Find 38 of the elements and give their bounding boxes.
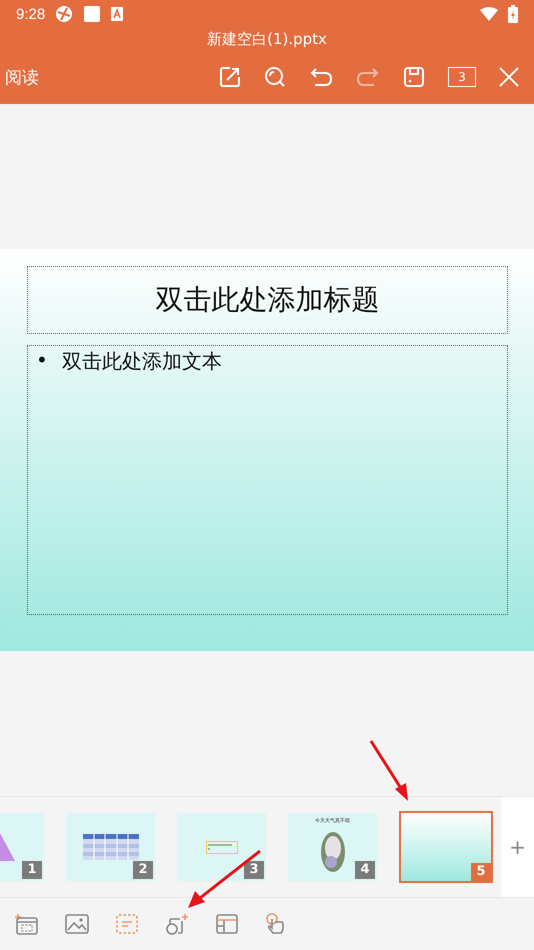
table-drawing bbox=[82, 834, 138, 860]
search-icon[interactable] bbox=[264, 66, 286, 88]
slide-number: 1 bbox=[22, 861, 42, 879]
save-icon[interactable] bbox=[403, 66, 425, 88]
image-icon[interactable] bbox=[65, 914, 89, 934]
slide-number: 3 bbox=[244, 861, 264, 879]
touch-icon[interactable] bbox=[265, 913, 287, 935]
close-icon[interactable] bbox=[499, 67, 519, 87]
slide-thumbnail[interactable]: 1 bbox=[0, 813, 44, 881]
read-mode-button[interactable]: 阅读 bbox=[5, 66, 39, 88]
new-slide-icon[interactable] bbox=[14, 913, 38, 935]
insert-shape-icon[interactable] bbox=[165, 913, 189, 935]
app-icon bbox=[55, 5, 74, 23]
add-slide-button[interactable]: + bbox=[501, 797, 534, 897]
body-text: 双击此处添加文本 bbox=[62, 348, 222, 375]
font-icon bbox=[111, 7, 124, 21]
battery-icon bbox=[508, 5, 518, 23]
wifi-icon bbox=[480, 7, 498, 21]
slide-thumbnail[interactable]: 5 bbox=[399, 811, 493, 883]
redo-icon[interactable] bbox=[356, 66, 380, 88]
bullet: • bbox=[36, 348, 48, 372]
slide-number: 4 bbox=[355, 861, 375, 879]
body-placeholder[interactable]: • 双击此处添加文本 bbox=[27, 345, 508, 615]
share-icon[interactable] bbox=[219, 66, 241, 88]
oval-photo bbox=[320, 832, 344, 872]
window-title: 新建空白(1).pptx bbox=[206, 29, 328, 50]
page-count-button[interactable]: 3 bbox=[448, 67, 476, 87]
undo-icon[interactable] bbox=[309, 66, 333, 88]
square-icon bbox=[83, 5, 102, 23]
status-time: 9:28 bbox=[16, 6, 46, 22]
title-placeholder[interactable]: 双击此处添加标题 bbox=[27, 266, 508, 334]
text-box-drawing bbox=[206, 840, 238, 854]
text-box-icon[interactable] bbox=[116, 914, 138, 934]
layout-icon[interactable] bbox=[216, 914, 238, 934]
slide-number: 2 bbox=[133, 861, 153, 879]
slide-thumbnail[interactable]: 3 bbox=[177, 813, 266, 881]
slide-thumbnail[interactable]: 2 bbox=[66, 813, 155, 881]
slide-number: 5 bbox=[471, 863, 491, 881]
